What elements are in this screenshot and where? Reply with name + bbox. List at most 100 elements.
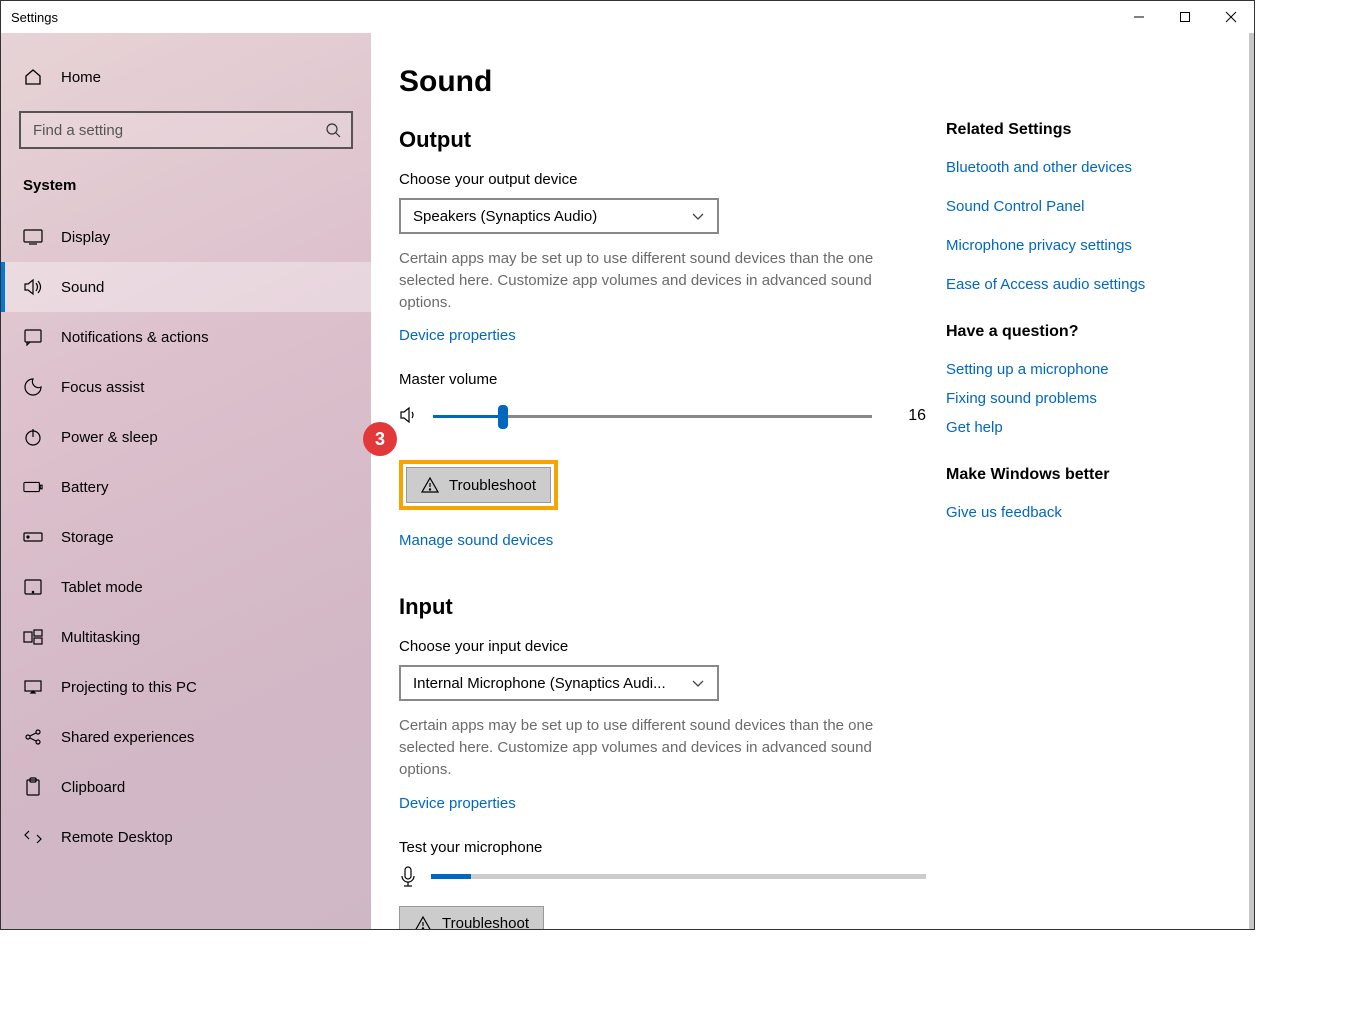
focus-assist-icon	[23, 377, 43, 397]
link-give-feedback[interactable]: Give us feedback	[946, 504, 1226, 521]
nav-label: Multitasking	[61, 629, 140, 646]
nav-item-storage[interactable]: Storage	[1, 512, 371, 562]
sidebar: Home System Disp	[1, 33, 371, 929]
speaker-icon[interactable]	[399, 406, 419, 426]
link-get-help[interactable]: Get help	[946, 419, 1226, 436]
output-hint: Certain apps may be set up to use differ…	[399, 248, 899, 313]
sidebar-home[interactable]: Home	[1, 53, 371, 101]
link-setup-mic[interactable]: Setting up a microphone	[946, 361, 1226, 378]
home-icon	[23, 67, 43, 87]
nav-label: Shared experiences	[61, 729, 194, 746]
search-row	[1, 101, 371, 167]
related-settings-heading: Related Settings	[946, 121, 1226, 139]
battery-icon	[23, 477, 43, 497]
feedback-heading: Make Windows better	[946, 466, 1226, 484]
warning-icon	[421, 477, 439, 493]
sidebar-home-label: Home	[61, 69, 101, 86]
chevron-down-icon	[691, 211, 705, 221]
chevron-down-icon	[691, 678, 705, 688]
nav-label: Tablet mode	[61, 579, 143, 596]
warning-icon	[414, 916, 432, 930]
output-heading: Output	[399, 127, 926, 153]
manage-sound-devices-link[interactable]: Manage sound devices	[399, 532, 553, 549]
link-mic-privacy[interactable]: Microphone privacy settings	[946, 237, 1226, 254]
content-area: Sound Output Choose your output device S…	[371, 33, 1254, 929]
storage-icon	[23, 527, 43, 547]
nav-label: Power & sleep	[61, 429, 158, 446]
nav-item-multitasking[interactable]: Multitasking	[1, 612, 371, 662]
nav-item-focus-assist[interactable]: Focus assist	[1, 362, 371, 412]
input-device-value: Internal Microphone (Synaptics Audi...	[413, 675, 666, 692]
settings-window: Settings Home	[0, 0, 1255, 930]
link-fixing-sound[interactable]: Fixing sound problems	[946, 390, 1226, 407]
output-device-properties-link[interactable]: Device properties	[399, 327, 516, 344]
scrollbar[interactable]	[1249, 33, 1254, 929]
nav-item-battery[interactable]: Battery	[1, 462, 371, 512]
nav-label: Notifications & actions	[61, 329, 209, 346]
tablet-icon	[23, 577, 43, 597]
nav-list: Display Sound Notifications & actions	[1, 212, 371, 862]
window-controls	[1116, 1, 1254, 33]
display-icon	[23, 227, 43, 247]
output-choose-label: Choose your output device	[399, 171, 926, 188]
page-title: Sound	[399, 65, 926, 99]
input-troubleshoot-button[interactable]: Troubleshoot	[399, 906, 544, 930]
nav-label: Storage	[61, 529, 114, 546]
notifications-icon	[23, 327, 43, 347]
remote-desktop-icon	[23, 827, 43, 847]
nav-label: Focus assist	[61, 379, 144, 396]
search-icon	[325, 122, 341, 138]
maximize-button[interactable]	[1162, 1, 1208, 33]
input-choose-label: Choose your input device	[399, 638, 926, 655]
nav-item-tablet-mode[interactable]: Tablet mode	[1, 562, 371, 612]
input-device-properties-link[interactable]: Device properties	[399, 795, 516, 812]
highlight-annotation: Troubleshoot	[399, 460, 558, 510]
sidebar-category: System	[1, 167, 371, 212]
nav-label: Clipboard	[61, 779, 125, 796]
link-bluetooth[interactable]: Bluetooth and other devices	[946, 159, 1226, 176]
nav-item-display[interactable]: Display	[1, 212, 371, 262]
nav-item-shared-experiences[interactable]: Shared experiences	[1, 712, 371, 762]
projecting-icon	[23, 677, 43, 697]
nav-label: Display	[61, 229, 110, 246]
output-troubleshoot-button[interactable]: Troubleshoot	[406, 467, 551, 503]
side-column: Related Settings Bluetooth and other dev…	[946, 65, 1226, 929]
window-title: Settings	[11, 10, 58, 25]
mic-level-bar	[431, 874, 926, 879]
nav-item-remote-desktop[interactable]: Remote Desktop	[1, 812, 371, 862]
search-input[interactable]	[33, 122, 325, 139]
nav-item-notifications[interactable]: Notifications & actions	[1, 312, 371, 362]
microphone-icon	[399, 866, 417, 888]
nav-item-power-sleep[interactable]: Power & sleep	[1, 412, 371, 462]
link-sound-control-panel[interactable]: Sound Control Panel	[946, 198, 1226, 215]
window-body: Home System Disp	[1, 33, 1254, 929]
nav-label: Sound	[61, 279, 104, 296]
master-volume-value: 16	[886, 407, 926, 425]
minimize-button[interactable]	[1116, 1, 1162, 33]
output-device-dropdown[interactable]: Speakers (Synaptics Audio)	[399, 198, 719, 234]
titlebar: Settings	[1, 1, 1254, 33]
test-mic-label: Test your microphone	[399, 839, 926, 856]
multitasking-icon	[23, 627, 43, 647]
master-volume-slider[interactable]	[433, 404, 872, 428]
master-volume-row: 16	[399, 404, 926, 428]
clipboard-icon	[23, 777, 43, 797]
nav-item-sound[interactable]: Sound	[1, 262, 371, 312]
troubleshoot-label: Troubleshoot	[449, 477, 536, 494]
input-hint: Certain apps may be set up to use differ…	[399, 715, 899, 780]
nav-item-clipboard[interactable]: Clipboard	[1, 762, 371, 812]
nav-label: Remote Desktop	[61, 829, 173, 846]
close-button[interactable]	[1208, 1, 1254, 33]
input-device-dropdown[interactable]: Internal Microphone (Synaptics Audi...	[399, 665, 719, 701]
input-heading: Input	[399, 594, 926, 620]
main-column: Sound Output Choose your output device S…	[399, 65, 926, 929]
master-volume-label: Master volume	[399, 371, 926, 388]
nav-item-projecting[interactable]: Projecting to this PC	[1, 662, 371, 712]
search-box[interactable]	[19, 111, 353, 149]
link-ease-of-access-audio[interactable]: Ease of Access audio settings	[946, 276, 1226, 293]
power-icon	[23, 427, 43, 447]
troubleshoot-label: Troubleshoot	[442, 915, 529, 929]
mic-test-row	[399, 866, 926, 888]
sound-icon	[23, 277, 43, 297]
step-badge-3: 3	[363, 422, 397, 456]
